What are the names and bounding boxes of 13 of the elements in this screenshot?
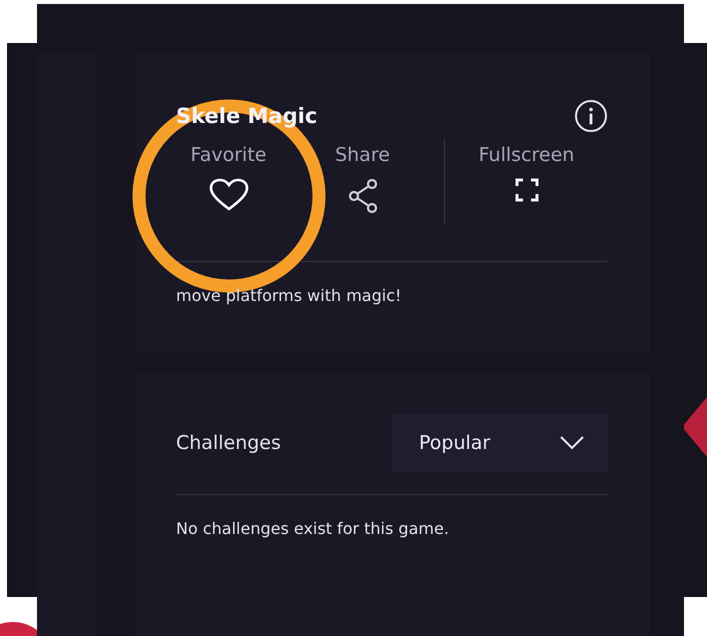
empty-message: No challenges exist for this game. [176,519,450,538]
share-icon [346,178,378,214]
game-description: move platforms with magic! [176,286,402,305]
diamond-shape [682,397,707,457]
fullscreen-button[interactable]: Fullscreen [472,138,580,203]
challenges-heading: Challenges [176,432,281,454]
fullscreen-icon [514,178,538,202]
sort-dropdown[interactable]: Popular [392,414,608,472]
info-icon[interactable] [574,99,608,133]
share-button[interactable]: Share [329,138,396,215]
favorite-button[interactable]: Favorite [184,138,272,213]
chevron-down-icon [560,436,584,450]
corner-shape [0,622,37,636]
